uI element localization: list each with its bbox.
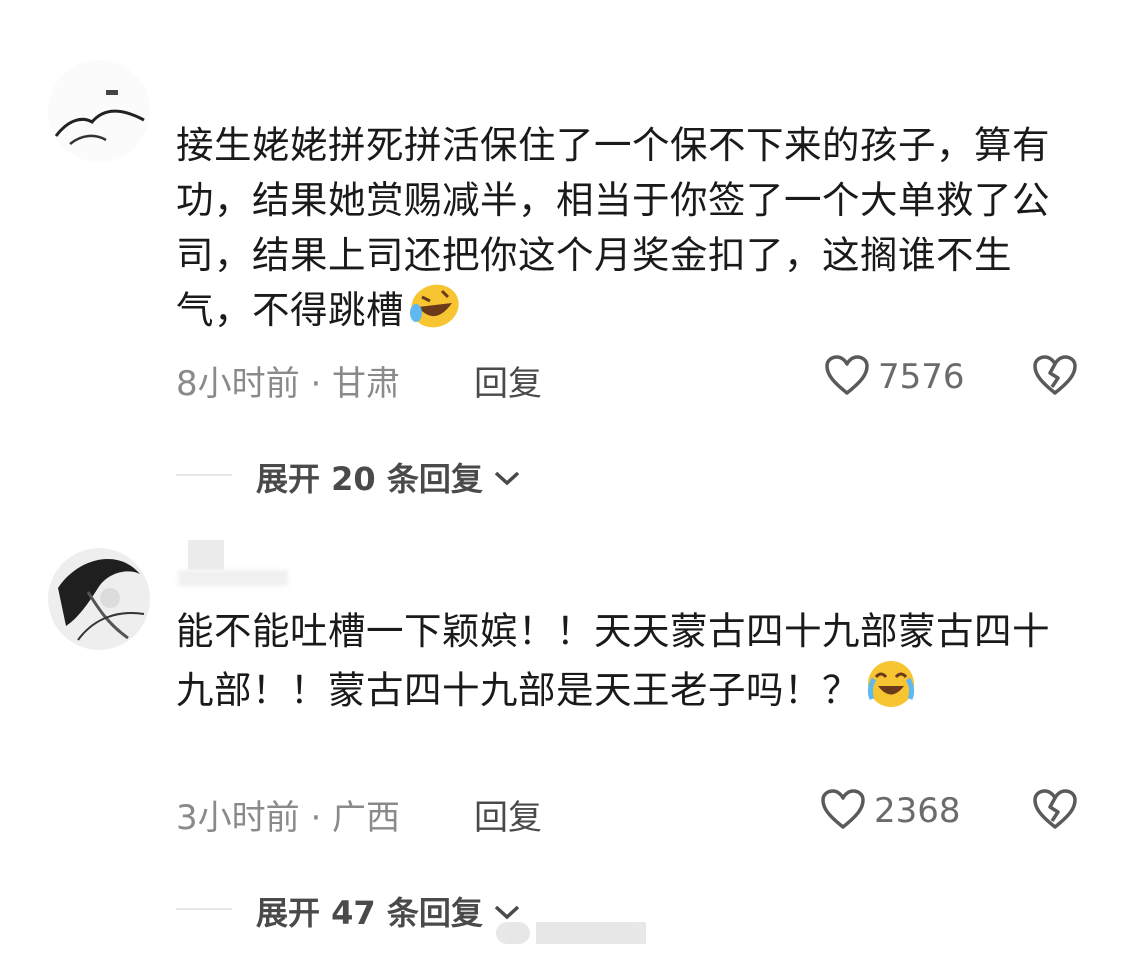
comment-body: 能不能吐槽一下颖嫔！！天天蒙古四十九部蒙古四十九部！！蒙古四十九部是天王老子吗！… bbox=[176, 609, 1050, 712]
watermark-text bbox=[536, 922, 646, 944]
heart-icon bbox=[820, 788, 866, 834]
dislike-button[interactable] bbox=[1032, 354, 1078, 400]
comment-meta: 3小时前 · 广西 bbox=[176, 798, 401, 838]
expand-replies-button[interactable]: 展开 47 条回复 bbox=[256, 888, 521, 934]
watermark bbox=[496, 922, 646, 944]
reply-button[interactable]: 回复 bbox=[474, 356, 542, 405]
expand-replies-label: 展开 20 条回复 bbox=[256, 460, 483, 498]
comment-body: 接生姥姥拼死拼活保住了一个保不下来的孩子，算有功，结果她赏赐减半，相当于你签了一… bbox=[176, 123, 1050, 332]
username-redacted bbox=[178, 570, 288, 586]
dislike-button[interactable] bbox=[1032, 788, 1078, 834]
broken-heart-icon bbox=[1032, 789, 1078, 834]
heart-icon bbox=[824, 354, 870, 400]
watermark-logo bbox=[496, 922, 530, 944]
username-redacted bbox=[188, 540, 224, 570]
expand-replies-button[interactable]: 展开 20 条回复 bbox=[256, 454, 521, 500]
avatar-image bbox=[48, 60, 150, 162]
comment-meta: 8小时前 · 甘肃 bbox=[176, 364, 401, 404]
avatar-image bbox=[48, 548, 150, 650]
chevron-down-icon bbox=[493, 458, 521, 496]
expand-divider bbox=[176, 908, 232, 910]
broken-heart-icon bbox=[1032, 355, 1078, 400]
like-count: 7576 bbox=[878, 357, 965, 397]
rolling-laugh-emoji bbox=[408, 283, 462, 344]
comment-text: 接生姥姥拼死拼活保住了一个保不下来的孩子，算有功，结果她赏赐减半，相当于你签了一… bbox=[176, 118, 1056, 344]
expand-replies-label: 展开 47 条回复 bbox=[256, 894, 483, 932]
avatar[interactable] bbox=[48, 548, 150, 650]
like-button[interactable]: 2368 bbox=[820, 788, 961, 834]
crying-laugh-emoji bbox=[864, 659, 918, 724]
avatar[interactable] bbox=[48, 60, 150, 162]
like-count: 2368 bbox=[874, 791, 961, 831]
like-button[interactable]: 7576 bbox=[824, 354, 965, 400]
expand-divider bbox=[176, 474, 232, 476]
comment-text: 能不能吐槽一下颖嫔！！天天蒙古四十九部蒙古四十九部！！蒙古四十九部是天王老子吗！… bbox=[176, 604, 1056, 724]
reply-button[interactable]: 回复 bbox=[474, 790, 542, 839]
